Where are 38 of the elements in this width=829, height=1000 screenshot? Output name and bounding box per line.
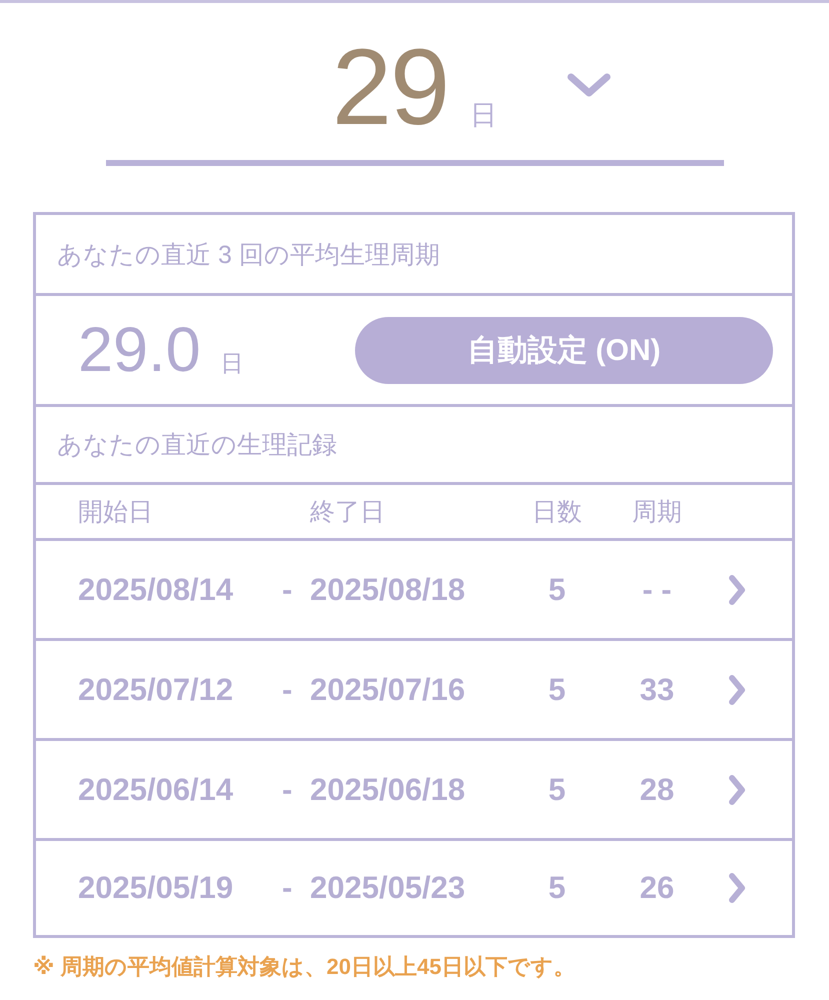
day-value: 29 — [332, 33, 448, 141]
average-cycle-value: 29.0 — [78, 315, 201, 385]
date-separator: - — [282, 772, 292, 808]
days-cell: 5 — [548, 672, 566, 708]
auto-setting-button[interactable]: 自動設定 (ON) — [355, 316, 773, 384]
end-date-cell: 2025/08/18 — [310, 572, 466, 608]
average-cycle-unit: 日 — [220, 349, 244, 378]
column-header: 終了日 — [310, 497, 385, 528]
cycle-cell: 28 — [640, 772, 674, 808]
end-date-cell: 2025/06/18 — [310, 772, 466, 808]
days-cell: 5 — [548, 772, 566, 808]
chevron-right-icon[interactable] — [728, 674, 746, 706]
column-header: 開始日 — [78, 497, 153, 528]
cycle-note: ※ 周期の平均値計算対象は、20日以上45日以下です。 — [33, 953, 576, 981]
start-date-cell: 2025/08/14 — [78, 572, 234, 608]
end-date-cell: 2025/05/23 — [310, 870, 466, 906]
chevron-right-icon[interactable] — [728, 574, 746, 606]
start-date-cell: 2025/05/19 — [78, 870, 234, 906]
day-unit: 日 — [470, 100, 498, 130]
date-separator: - — [282, 870, 292, 906]
column-header: 日数 — [532, 497, 582, 528]
end-date-cell: 2025/07/16 — [310, 672, 466, 708]
chevron-down-icon[interactable] — [567, 73, 612, 97]
start-date-cell: 2025/07/12 — [78, 672, 234, 708]
date-separator: - — [282, 572, 292, 608]
days-cell: 5 — [548, 870, 566, 906]
column-header: 周期 — [632, 497, 682, 528]
chevron-right-icon[interactable] — [728, 774, 746, 806]
cycle-cell: 26 — [640, 870, 674, 906]
average-cycle-title: あなたの直近 3 回の平均生理周期 — [57, 240, 440, 270]
cycle-cell: - - — [642, 572, 672, 608]
day-dropdown[interactable]: 29 日 — [106, 33, 724, 166]
records-title: あなたの直近の生理記録 — [57, 430, 337, 461]
chevron-right-icon[interactable] — [728, 872, 746, 904]
cycle-cell: 33 — [640, 672, 674, 708]
days-cell: 5 — [548, 572, 566, 608]
start-date-cell: 2025/06/14 — [78, 772, 234, 808]
date-separator: - — [282, 672, 292, 708]
